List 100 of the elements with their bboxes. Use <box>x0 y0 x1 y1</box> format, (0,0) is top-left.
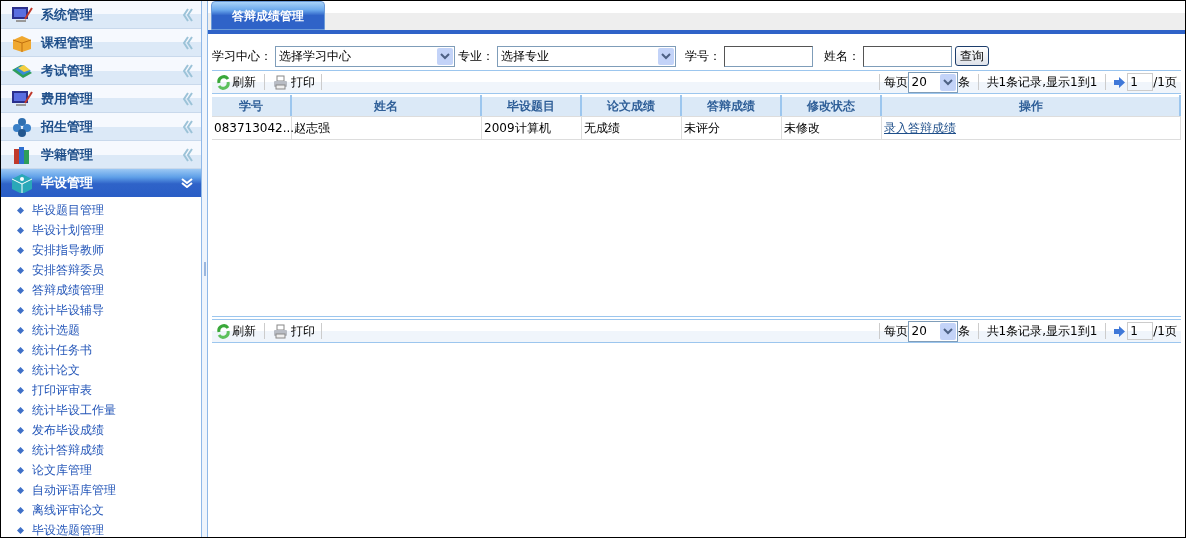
chevron-left-icon <box>183 147 193 162</box>
field-label: /1页 <box>1153 74 1177 91</box>
column-header: 答辩成绩 <box>682 95 782 116</box>
sidebar-section-header[interactable]: 系统管理 <box>1 1 201 29</box>
chevron-left-icon <box>183 119 193 134</box>
dropdown[interactable]: 选择专业 <box>497 45 676 67</box>
field-label: 学号： <box>685 48 721 65</box>
cube-icon <box>11 172 33 193</box>
bullet-icon <box>17 486 24 494</box>
input-field[interactable] <box>724 45 813 67</box>
field-label: 专业： <box>458 48 494 65</box>
sidebar-section-header[interactable]: 考试管理 <box>1 57 201 85</box>
column-header: 修改状态 <box>782 95 882 116</box>
field-label: /1页 <box>1153 323 1177 340</box>
page-size-dropdown[interactable]: 20 <box>907 320 958 342</box>
field-label: 每页 <box>883 74 908 91</box>
section-label: 费用管理 <box>41 89 94 108</box>
monitor-icon <box>11 88 33 109</box>
bullet-icon <box>17 346 24 354</box>
bullet-icon <box>17 286 24 294</box>
print-button[interactable]: 打印 <box>273 73 315 91</box>
sidebar-link[interactable]: 打印评审表 <box>32 381 92 399</box>
dropdown[interactable]: 选择学习中心 <box>275 45 455 67</box>
arrow-right-icon <box>1114 325 1126 337</box>
page-input[interactable]: 1 <box>1127 322 1154 340</box>
sidebar-link[interactable]: 毕设计划管理 <box>32 221 104 239</box>
bullet-icon <box>17 426 24 434</box>
section-label: 课程管理 <box>41 33 94 52</box>
bullet-icon <box>17 366 24 374</box>
sidebar-link[interactable]: 离线评审论文 <box>32 501 104 519</box>
chevron-left-icon <box>183 63 193 78</box>
splitter-handle[interactable] <box>203 262 206 276</box>
sidebar-link[interactable]: 统计毕设辅导 <box>32 301 104 319</box>
table-cell: 2009计算机 <box>482 117 582 139</box>
refresh-icon <box>216 74 231 90</box>
table-cell: 无成绩 <box>582 117 682 139</box>
chevron-left-icon <box>183 7 193 22</box>
input-field[interactable] <box>863 45 952 67</box>
printer-icon <box>273 323 288 339</box>
page-input[interactable]: 1 <box>1127 73 1154 91</box>
refresh-button[interactable]: 刷新 <box>216 73 256 91</box>
bullet-icon <box>17 506 24 514</box>
sidebar-section-header[interactable]: 课程管理 <box>1 29 201 57</box>
bullet-icon <box>17 406 24 414</box>
sidebar-link[interactable]: 统计选题 <box>32 321 80 339</box>
table-cell: 未修改 <box>782 117 882 139</box>
section-label: 毕设管理 <box>41 173 94 192</box>
bullet-icon <box>17 386 24 394</box>
sidebar-link[interactable]: 统计答辩成绩 <box>32 441 104 459</box>
search-button[interactable]: 查询 <box>955 46 989 66</box>
sidebar-link[interactable]: 答辩成绩管理 <box>32 281 104 299</box>
column-header: 姓名 <box>292 95 482 116</box>
bullet-icon <box>17 526 24 534</box>
column-header: 学号 <box>212 95 292 116</box>
bullet-icon <box>17 246 24 254</box>
bullet-icon <box>17 466 24 474</box>
record-link[interactable]: 录入答辩成绩 <box>884 119 956 137</box>
sidebar-link[interactable]: 统计任务书 <box>32 341 92 359</box>
sidebar-link[interactable]: 统计论文 <box>32 361 80 379</box>
sidebar-link[interactable]: 毕设题目管理 <box>32 201 104 219</box>
bullet-icon <box>17 206 24 214</box>
printer-icon <box>273 74 288 90</box>
page-size-dropdown[interactable]: 20 <box>907 71 958 93</box>
section-label: 招生管理 <box>41 117 94 136</box>
refresh-button[interactable]: 刷新 <box>216 322 256 340</box>
monitor-icon <box>11 4 33 25</box>
record-summary: 共1条记录,显示1到1 <box>986 323 1098 340</box>
chevron-down-icon <box>181 177 193 188</box>
table-cell: 赵志强 <box>292 117 482 139</box>
bullet-icon <box>17 326 24 334</box>
tab[interactable]: 答辩成绩管理 <box>211 1 325 30</box>
network-icon <box>11 116 33 137</box>
bullet-icon <box>17 226 24 234</box>
sidebar-section-header[interactable]: 招生管理 <box>1 113 201 141</box>
bullet-icon <box>17 266 24 274</box>
arrow-right-icon <box>1114 76 1126 88</box>
print-button[interactable]: 打印 <box>273 322 315 340</box>
table-cell: 未评分 <box>682 117 782 139</box>
field-label: 条 <box>957 74 970 91</box>
column-header: 论文成绩 <box>582 95 682 116</box>
sidebar-link[interactable]: 安排答辩委员 <box>32 261 104 279</box>
sidebar-link[interactable]: 统计毕设工作量 <box>32 401 116 419</box>
section-label: 学籍管理 <box>41 145 94 164</box>
bullet-icon <box>17 306 24 314</box>
chevron-left-icon <box>183 35 193 50</box>
sidebar-section-header[interactable]: 毕设管理 <box>1 169 201 197</box>
sidebar-link[interactable]: 安排指导教师 <box>32 241 104 259</box>
sidebar-link[interactable]: 论文库管理 <box>32 461 92 479</box>
sidebar-link[interactable]: 发布毕设成绩 <box>32 421 104 439</box>
sidebar-section-header[interactable]: 费用管理 <box>1 85 201 113</box>
field-label: 每页 <box>883 323 908 340</box>
chevron-left-icon <box>183 91 193 106</box>
field-label: 姓名： <box>824 48 860 65</box>
sidebar-link[interactable]: 自动评语库管理 <box>32 481 116 499</box>
field-label: 条 <box>957 323 970 340</box>
sidebar-section-header[interactable]: 学籍管理 <box>1 141 201 169</box>
sidebar-link[interactable]: 毕设选题管理 <box>32 521 104 537</box>
column-header: 毕设题目 <box>482 95 582 116</box>
section-label: 系统管理 <box>41 5 94 24</box>
bullet-icon <box>17 446 24 454</box>
